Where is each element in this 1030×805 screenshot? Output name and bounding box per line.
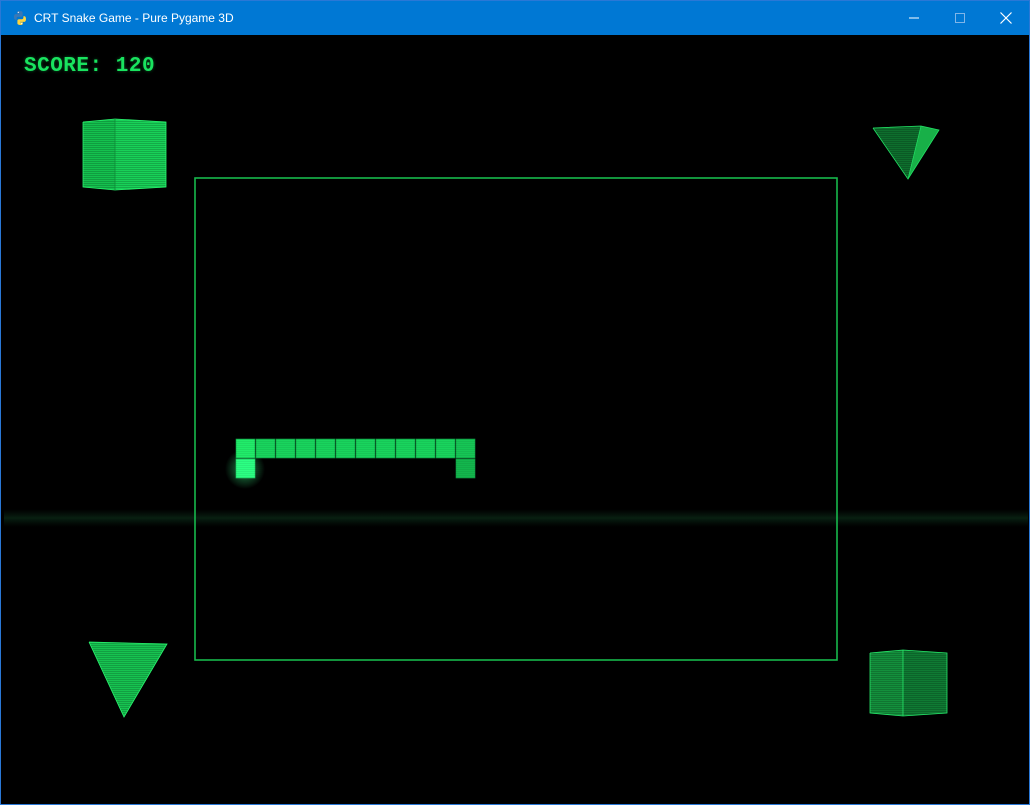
- cube-decoration-top-left: [82, 118, 167, 191]
- maximize-icon: [955, 13, 965, 23]
- close-button[interactable]: [983, 1, 1029, 35]
- close-icon: [1000, 12, 1012, 24]
- window-title: CRT Snake Game - Pure Pygame 3D: [34, 11, 234, 25]
- score-label: SCORE:: [24, 55, 103, 78]
- game-window: CRT Snake Game - Pure Pygame 3D SCORE: 1…: [0, 0, 1030, 805]
- minimize-button[interactable]: [891, 1, 937, 35]
- title-bar[interactable]: CRT Snake Game - Pure Pygame 3D: [1, 1, 1029, 35]
- minimize-icon: [909, 17, 919, 19]
- crt-scan-band: [4, 509, 1028, 527]
- python-icon: [14, 11, 26, 25]
- pyramid-decoration-top-right: [872, 125, 940, 180]
- pyramid-decoration-bottom-left: [88, 641, 168, 718]
- game-scene: [4, 118, 1028, 718]
- maximize-button[interactable]: [937, 1, 983, 35]
- playfield-border: [194, 177, 838, 661]
- game-canvas[interactable]: SCORE: 120: [4, 35, 1028, 801]
- score-value: 120: [115, 55, 156, 78]
- score-display: SCORE: 120: [24, 55, 155, 78]
- snake: [225, 438, 476, 489]
- snake-scanlines: [236, 439, 475, 478]
- cube-decoration-bottom-right: [869, 649, 948, 717]
